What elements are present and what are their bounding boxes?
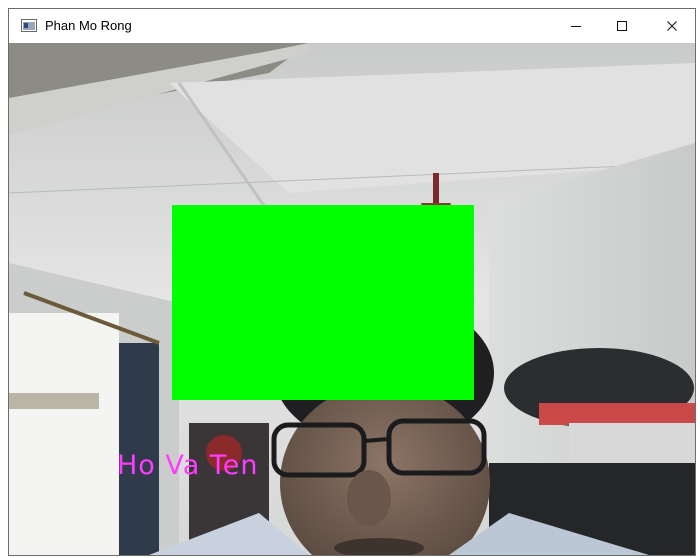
- title-bar[interactable]: Phan Mo Rong: [9, 9, 695, 43]
- face-name-label: Ho Va Ten: [117, 450, 259, 481]
- app-window-icon: [21, 19, 37, 32]
- close-button[interactable]: [649, 9, 695, 43]
- minimize-button[interactable]: [553, 9, 599, 43]
- maximize-icon: [617, 21, 627, 31]
- minimize-icon: [571, 26, 581, 27]
- camera-feed: Ho Va Ten: [9, 43, 695, 555]
- camera-frame-image: [9, 43, 695, 555]
- close-icon: [667, 21, 677, 31]
- app-window: Phan Mo Rong Ho Va Ten: [8, 8, 696, 556]
- maximize-button[interactable]: [599, 9, 645, 43]
- face-detection-box: [172, 205, 474, 400]
- window-title: Phan Mo Rong: [45, 18, 132, 33]
